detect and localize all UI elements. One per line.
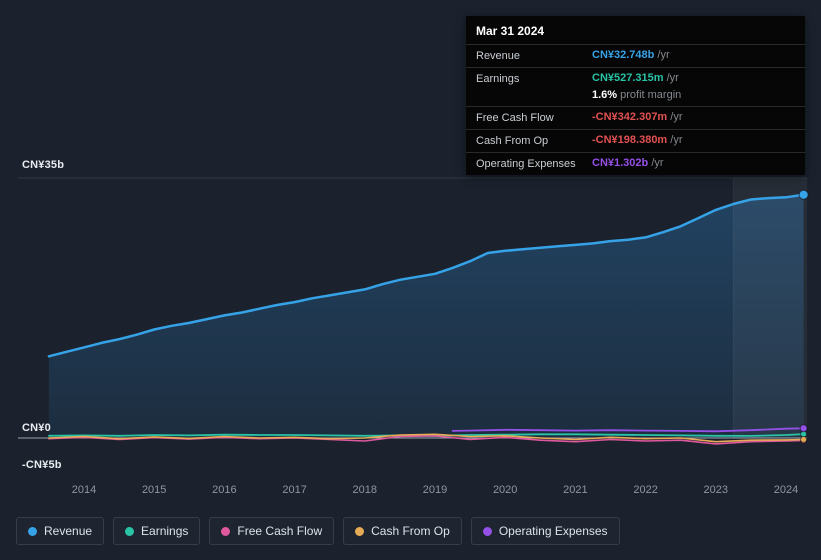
x-tick-2016: 2016 bbox=[212, 484, 237, 496]
tooltip-value-free-cash-flow: -CN¥342.307m bbox=[592, 111, 668, 123]
legend-item-operating-expenses[interactable]: Operating Expenses bbox=[470, 517, 620, 545]
x-tick-2022: 2022 bbox=[633, 484, 658, 496]
tooltip-label-cash-from-op: Cash From Op bbox=[476, 135, 549, 147]
x-tick-2024: 2024 bbox=[773, 484, 799, 496]
tooltip-label-earnings: Earnings bbox=[476, 73, 520, 85]
tooltip-row-cash-from-op: Cash From Op -CN¥198.380m /yr bbox=[466, 129, 805, 152]
tooltip-value-revenue: CN¥32.748b bbox=[592, 49, 655, 61]
tooltip-profit-margin: 1.6% profit margin bbox=[592, 89, 682, 101]
tooltip-value-earnings: CN¥527.315m bbox=[592, 72, 664, 84]
tooltip-row-earnings: Earnings CN¥527.315m /yr 1.6% profit mar… bbox=[466, 67, 805, 106]
tooltip-row-operating-expenses: Operating Expenses CN¥1.302b /yr bbox=[466, 152, 805, 175]
revenue-series-dot-icon bbox=[28, 526, 37, 536]
legend-label: Cash From Op bbox=[371, 524, 450, 538]
legend-label: Revenue bbox=[44, 524, 93, 538]
earnings-series-dot-icon bbox=[125, 526, 135, 536]
y-axis-label-top: CN¥35b bbox=[22, 159, 65, 171]
y-axis-label-zero: CN¥0 bbox=[22, 422, 51, 434]
tooltip-value-cash-from-op: -CN¥198.380m bbox=[592, 134, 668, 146]
cash-from-op-series-dot-icon bbox=[355, 526, 365, 536]
y-axis-label-bottom: -CN¥5b bbox=[22, 459, 62, 471]
tooltip-date: Mar 31 2024 bbox=[476, 24, 545, 38]
chart-legend: Revenue Earnings Free Cash Flow Cash Fro… bbox=[16, 517, 620, 545]
x-tick-2015: 2015 bbox=[141, 484, 167, 496]
x-tick-2017: 2017 bbox=[282, 484, 307, 496]
tooltip-row-revenue: Revenue CN¥32.748b /yr bbox=[466, 44, 805, 67]
tooltip-suffix: /yr bbox=[663, 72, 679, 84]
x-tick-2020: 2020 bbox=[492, 484, 518, 496]
legend-label: Operating Expenses bbox=[498, 524, 608, 538]
x-tick-2023: 2023 bbox=[703, 484, 729, 496]
legend-item-free-cash-flow[interactable]: Free Cash Flow bbox=[209, 517, 335, 545]
legend-item-revenue[interactable]: Revenue bbox=[16, 517, 105, 545]
x-tick-2014: 2014 bbox=[71, 484, 97, 496]
x-tick-2021: 2021 bbox=[563, 484, 588, 496]
x-tick-2019: 2019 bbox=[422, 484, 448, 496]
chart-data-tooltip: Mar 31 2024 Revenue CN¥32.748b /yr Earni… bbox=[466, 16, 805, 175]
tooltip-label-free-cash-flow: Free Cash Flow bbox=[476, 112, 554, 124]
tooltip-value-operating-expenses: CN¥1.302b bbox=[592, 157, 649, 169]
tooltip-suffix: /yr bbox=[654, 49, 670, 61]
legend-item-cash-from-op[interactable]: Cash From Op bbox=[343, 517, 462, 545]
legend-label: Earnings bbox=[141, 524, 189, 538]
legend-label: Free Cash Flow bbox=[237, 524, 323, 538]
tooltip-suffix: /yr bbox=[667, 134, 683, 146]
free-cash-flow-series-dot-icon bbox=[221, 526, 231, 536]
x-tick-2018: 2018 bbox=[352, 484, 378, 496]
tooltip-row-free-cash-flow: Free Cash Flow -CN¥342.307m /yr bbox=[466, 106, 805, 129]
tooltip-suffix: /yr bbox=[648, 157, 664, 169]
tooltip-label-operating-expenses: Operating Expenses bbox=[476, 158, 576, 170]
tooltip-label-revenue: Revenue bbox=[476, 50, 521, 62]
tooltip-suffix: /yr bbox=[667, 111, 683, 123]
operating-expenses-series-dot-icon bbox=[482, 526, 492, 536]
legend-item-earnings[interactable]: Earnings bbox=[113, 517, 201, 545]
financials-chart-page: CN¥35b CN¥0 -CN¥5b 2014 2015 2016 2017 2018 2… bbox=[0, 0, 821, 560]
x-axis-labels: 2014 2015 2016 2017 2018 2019 2020 2021 2022 2023… bbox=[0, 484, 821, 500]
